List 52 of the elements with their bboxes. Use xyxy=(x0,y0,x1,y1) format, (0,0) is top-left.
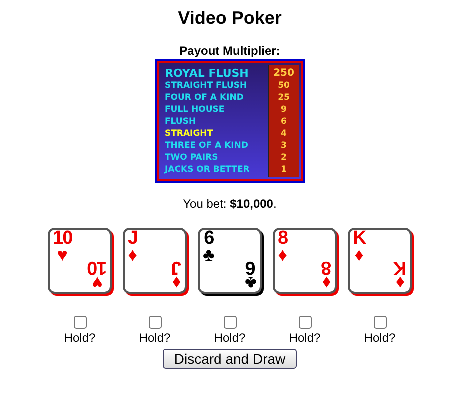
payout-heading: Payout Multiplier: xyxy=(180,44,280,58)
multiplier: 9 xyxy=(281,104,287,116)
multiplier: 4 xyxy=(281,128,287,140)
hand-name: JACKS OR BETTER xyxy=(165,164,251,176)
card-rank: K xyxy=(353,231,366,247)
hold-label: Hold? xyxy=(139,331,171,345)
hand-name: STRAIGHT xyxy=(165,128,214,140)
card-rank: 10 xyxy=(53,231,72,247)
hold-label: Hold? xyxy=(64,331,96,345)
hold-label: Hold? xyxy=(214,331,246,345)
hold-checkbox[interactable] xyxy=(148,316,162,329)
suit-icon: ♥ xyxy=(57,247,68,263)
hand-name: FULL HOUSE xyxy=(165,104,226,116)
hand-name: THREE OF A KIND xyxy=(165,140,250,152)
card-rank: 8 xyxy=(322,259,332,275)
multiplier: 2 xyxy=(281,152,287,164)
suit-icon: ♥ xyxy=(92,275,103,291)
hold-checkbox[interactable] xyxy=(74,316,86,329)
suit-icon: ♦ xyxy=(396,275,406,291)
multiplier: 25 xyxy=(278,92,290,104)
hold-checkbox[interactable] xyxy=(298,316,312,329)
page-title: Video Poker xyxy=(178,8,282,28)
hand-name: ROYAL FLUSH xyxy=(165,67,250,80)
multiplier: 50 xyxy=(278,80,290,92)
card-rank: J xyxy=(128,231,138,247)
suit-icon: ♣ xyxy=(245,275,257,291)
card-rank: 6 xyxy=(204,231,214,247)
suit-icon: ♦ xyxy=(278,247,288,263)
multiplier: 1 xyxy=(281,164,287,176)
card-rank: K xyxy=(394,259,407,275)
multiplier: 3 xyxy=(281,140,287,152)
multiplier: 250 xyxy=(274,67,294,80)
hold-label: Hold? xyxy=(364,331,396,345)
card-rank: 10 xyxy=(88,259,107,275)
discard-draw-button[interactable]: Discard and Draw xyxy=(163,349,297,369)
suit-icon: ♦ xyxy=(322,275,332,291)
hold-checkbox[interactable] xyxy=(374,316,386,329)
card-rank: J xyxy=(172,259,182,275)
hand-name: TWO PAIRS xyxy=(165,152,220,164)
bet-text: You bet: $10,000. xyxy=(183,197,277,211)
hold-checkbox[interactable] xyxy=(224,316,236,329)
suit-icon: ♦ xyxy=(354,247,364,263)
suit-icon: ♣ xyxy=(203,247,215,263)
hand-name: FLUSH xyxy=(165,116,198,128)
hand-name: FOUR OF A KIND xyxy=(165,92,245,104)
card-rank: 6 xyxy=(246,259,256,275)
suit-icon: ♦ xyxy=(128,247,138,263)
hold-label: Hold? xyxy=(289,331,321,345)
multiplier: 6 xyxy=(281,116,287,128)
card-rank: 8 xyxy=(278,231,288,247)
hand-name: STRAIGHT FLUSH xyxy=(165,80,248,92)
suit-icon: ♦ xyxy=(172,275,182,291)
